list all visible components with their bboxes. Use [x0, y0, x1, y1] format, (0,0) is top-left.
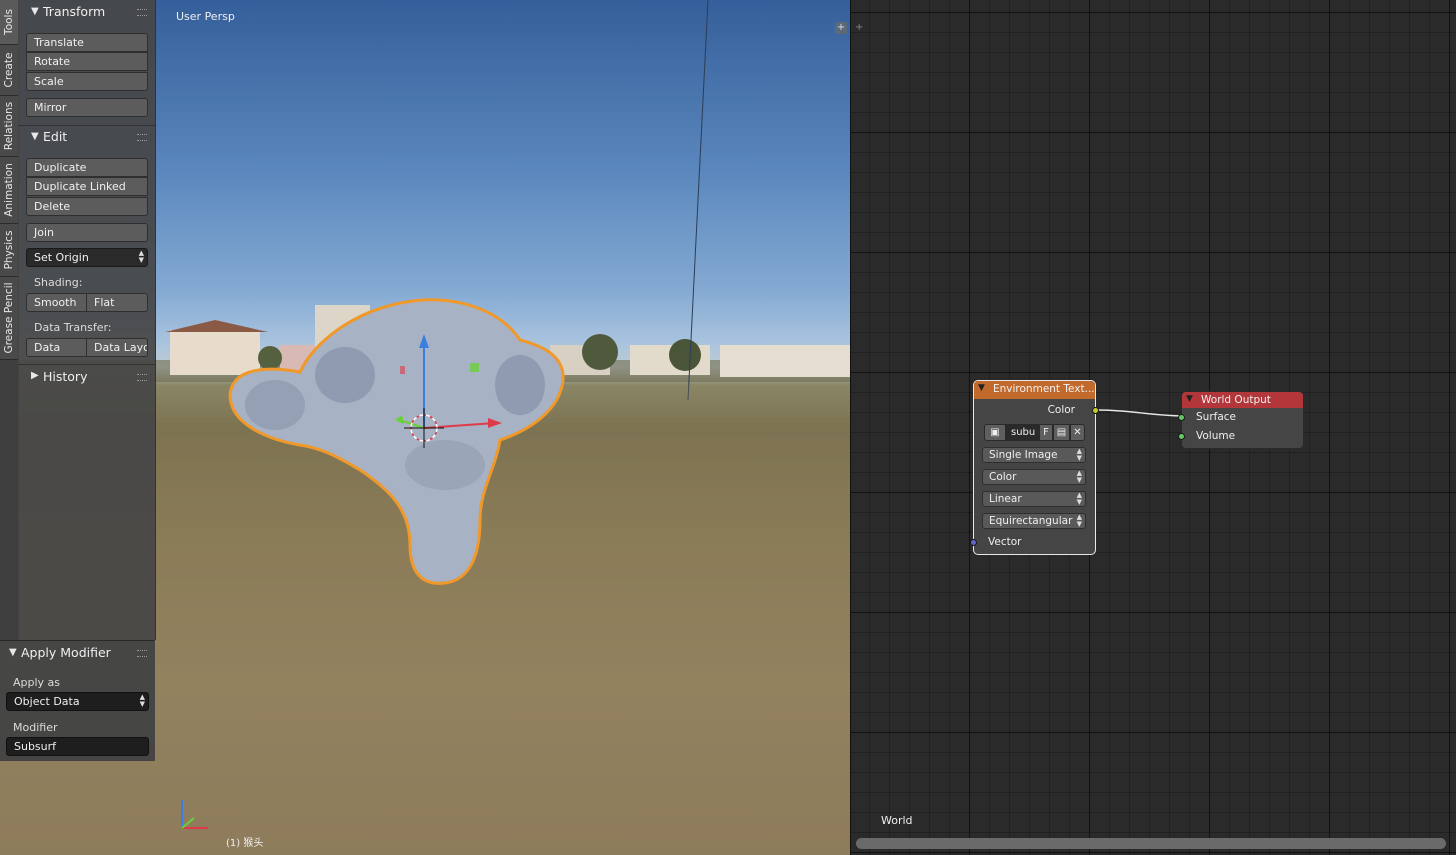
dropdown-value: Linear [989, 493, 1022, 505]
duplicate-button[interactable]: Duplicate [26, 158, 148, 177]
collapse-triangle-icon: ▼ [31, 131, 39, 142]
apply-as-label: Apply as [13, 676, 61, 689]
node-title: Environment Text... [993, 383, 1095, 395]
updown-arrows-icon: ▲ ▼ [138, 249, 144, 264]
updown-arrows-icon: ▲ ▼ [1076, 447, 1082, 462]
drag-grip-icon[interactable] [137, 650, 147, 657]
node-tree-context-label: World [881, 814, 913, 827]
history-panel-header[interactable]: ▶ History [18, 367, 155, 387]
tool-shelf: ▼ Transform Translate Rotate Scale Mirro… [18, 0, 156, 640]
vector-input-label: Vector [988, 536, 1022, 548]
tab-create[interactable]: Create [0, 45, 18, 96]
color-space-dropdown[interactable]: Color ▲ ▼ [982, 469, 1086, 485]
volume-input-label: Volume [1196, 430, 1236, 442]
set-origin-label: Set Origin [34, 251, 89, 264]
world-output-node[interactable]: ▼ World Output Surface Volume [1178, 391, 1304, 449]
mirror-button[interactable]: Mirror [26, 98, 148, 117]
flat-button[interactable]: Flat [86, 293, 148, 312]
scale-button[interactable]: Scale [26, 72, 148, 91]
collapse-triangle-icon: ▼ [31, 6, 39, 17]
vector-input-socket[interactable] [970, 539, 977, 546]
node-title: World Output [1201, 394, 1271, 406]
data-transfer-label: Data Transfer: [34, 321, 112, 334]
rotate-button[interactable]: Rotate [26, 52, 148, 71]
shading-label: Shading: [34, 276, 83, 289]
panel-title: Transform [43, 4, 106, 19]
projection-source-dropdown[interactable]: Single Image ▲ ▼ [982, 447, 1086, 463]
surface-input-socket[interactable] [1178, 414, 1185, 421]
panel-divider [18, 364, 155, 365]
color-output-socket[interactable] [1092, 407, 1099, 414]
duplicate-linked-button[interactable]: Duplicate Linked [26, 177, 148, 196]
volume-input-socket[interactable] [1178, 433, 1185, 440]
object-status: (1) 猴头 [226, 838, 264, 849]
smooth-button[interactable]: Smooth [26, 293, 87, 312]
interpolation-dropdown[interactable]: Linear ▲ ▼ [982, 491, 1086, 507]
panel-title: History [43, 369, 88, 384]
node-header[interactable]: ▼ World Output [1182, 392, 1303, 408]
apply-as-dropdown[interactable]: Object Data ▲ ▼ [6, 692, 149, 711]
delete-button[interactable]: Delete [26, 197, 148, 216]
expand-triangle-icon: ▶ [31, 370, 39, 381]
node-editor[interactable]: + ▼ Environment Text... Color ▣ subu F ▤… [851, 0, 1456, 855]
edit-panel-header[interactable]: ▼ Edit [18, 127, 155, 147]
3d-viewport[interactable]: User Persp (1) 猴头 + Tools Create Relatio… [0, 0, 850, 855]
updown-arrows-icon: ▲ ▼ [139, 693, 145, 708]
dropdown-value: Single Image [989, 449, 1058, 461]
transform-panel-header[interactable]: ▼ Transform [18, 2, 155, 22]
drag-grip-icon[interactable] [137, 374, 147, 381]
horizontal-scrollbar[interactable] [856, 838, 1446, 849]
image-browse-icon[interactable]: ▣ [984, 424, 1006, 441]
apply-modifier-header[interactable]: ▼ Apply Modifier [0, 643, 155, 663]
view-name-label: User Persp [176, 10, 235, 23]
tab-grease-pencil[interactable]: Grease Pencil [0, 277, 18, 360]
projection-dropdown[interactable]: Equirectangular ▲ ▼ [982, 513, 1086, 529]
fake-user-button[interactable]: F [1039, 424, 1053, 441]
tab-tools[interactable]: Tools [0, 0, 18, 45]
surface-input-label: Surface [1196, 411, 1237, 423]
apply-modifier-panel: ▼ Apply Modifier Apply as Object Data ▲ ▼… [0, 640, 155, 761]
tab-relations[interactable]: Relations [0, 96, 18, 157]
collapse-triangle-icon[interactable]: ▼ [1186, 394, 1193, 404]
image-name-field[interactable]: subu [1006, 424, 1039, 441]
tab-physics[interactable]: Physics [0, 224, 18, 277]
apply-as-value: Object Data [14, 695, 80, 708]
drag-grip-icon[interactable] [137, 134, 147, 141]
modifier-field[interactable]: Subsurf [6, 737, 149, 756]
node-links [1095, 409, 1182, 417]
updown-arrows-icon: ▲ ▼ [1076, 469, 1082, 484]
dropdown-value: Color [989, 471, 1017, 483]
data-layout-button[interactable]: Data Layo [86, 338, 148, 357]
panel-title: Edit [43, 129, 68, 144]
tab-animation[interactable]: Animation [0, 157, 18, 224]
updown-arrows-icon: ▲ ▼ [1076, 491, 1082, 506]
tool-shelf-tabs: Tools Create Relations Animation Physics… [0, 0, 19, 640]
close-icon[interactable]: ✕ [1070, 424, 1085, 441]
panel-divider [18, 125, 155, 126]
drag-grip-icon[interactable] [137, 9, 147, 16]
color-output-label: Color [1047, 404, 1075, 416]
collapse-triangle-icon[interactable]: ▼ [978, 383, 985, 393]
folder-icon[interactable]: ▤ [1053, 424, 1070, 441]
dropdown-value: Equirectangular [989, 515, 1073, 527]
data-button[interactable]: Data [26, 338, 87, 357]
modifier-label: Modifier [13, 721, 58, 734]
environment-texture-node[interactable]: ▼ Environment Text... Color ▣ subu F ▤ ✕… [970, 380, 1099, 555]
translate-button[interactable]: Translate [26, 33, 148, 52]
join-button[interactable]: Join [26, 223, 148, 242]
updown-arrows-icon: ▲ ▼ [1076, 513, 1082, 528]
plus-icon[interactable]: + [835, 22, 847, 34]
collapse-triangle-icon: ▼ [9, 647, 17, 658]
panel-title: Apply Modifier [21, 645, 111, 660]
set-origin-dropdown[interactable]: Set Origin ▲ ▼ [26, 248, 148, 267]
node-header[interactable]: ▼ Environment Text... [974, 381, 1095, 399]
